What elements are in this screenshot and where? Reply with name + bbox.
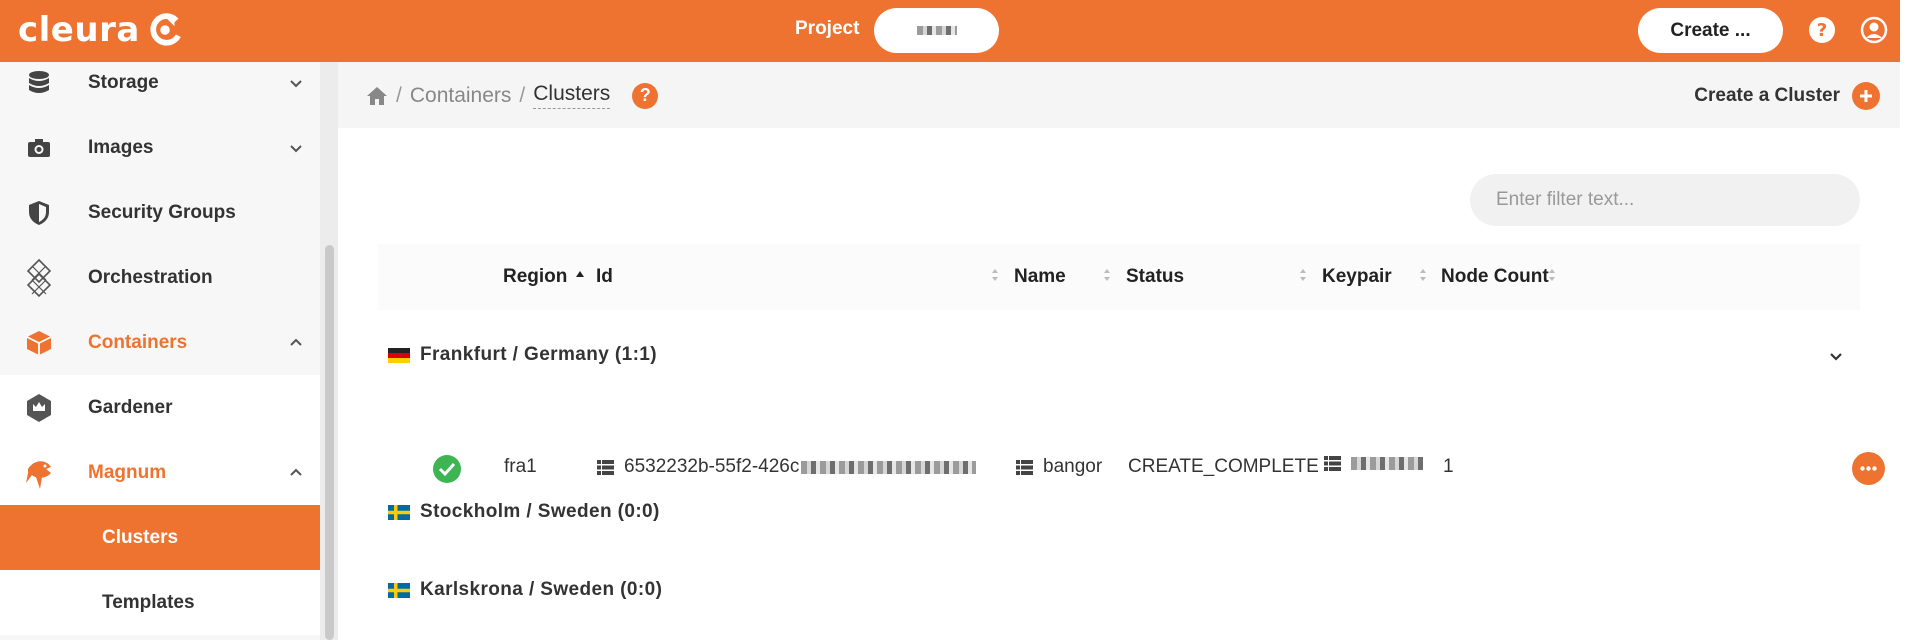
sort-icon[interactable] <box>1547 266 1557 284</box>
redacted-project-name <box>916 26 957 35</box>
top-bar: cleura Project Create ... ? <box>0 0 1900 62</box>
region-group-label: Frankfurt / Germany (1:1) <box>420 344 657 365</box>
chevron-down-icon <box>290 144 302 152</box>
main-content: / Containers / Clusters ? Create a Clust… <box>338 62 1900 640</box>
column-header-node-count[interactable]: Node Count <box>1441 266 1549 288</box>
sidebar-item-gardener[interactable]: Gardener <box>0 375 320 440</box>
logo-text: cleura <box>18 10 140 50</box>
sidebar-item-label: Storage <box>88 71 159 93</box>
column-header-keypair[interactable]: Keypair <box>1322 266 1392 288</box>
cell-region: fra1 <box>504 456 537 477</box>
svg-text:?: ? <box>1817 20 1827 41</box>
sort-icon[interactable] <box>1298 266 1308 284</box>
sidebar-item-magnum[interactable]: Magnum <box>0 440 320 505</box>
gardener-icon <box>24 393 54 423</box>
cell-name[interactable]: bangor <box>1016 456 1102 478</box>
sweden-flag-icon <box>388 504 410 520</box>
sort-icon[interactable] <box>1418 266 1428 284</box>
home-icon[interactable] <box>366 86 388 106</box>
sort-ascending-icon[interactable] <box>575 266 585 284</box>
cell-node-count: 1 <box>1443 456 1454 477</box>
sidebar-item-label: Containers <box>88 331 188 353</box>
more-dots-icon <box>1860 466 1877 471</box>
list-icon <box>597 459 614 475</box>
chevron-down-icon[interactable] <box>1828 348 1844 364</box>
cell-status: CREATE_COMPLETE <box>1128 456 1319 477</box>
column-header-status[interactable]: Status <box>1126 266 1184 288</box>
create-cluster-label: Create a Cluster <box>1694 85 1840 106</box>
sidebar-item-label: Images <box>88 136 154 158</box>
project-label: Project <box>795 18 860 39</box>
camera-icon <box>24 133 54 163</box>
chevron-up-icon <box>290 468 302 476</box>
column-header-region[interactable]: Region <box>503 266 567 288</box>
chevron-up-icon <box>290 338 302 346</box>
filter-input[interactable] <box>1470 174 1860 226</box>
cluster-id-text: 6532232b-55f2-426c <box>624 456 800 477</box>
status-success-icon <box>433 455 461 483</box>
sidebar-item-label: Gardener <box>88 396 173 418</box>
list-icon <box>1016 459 1033 475</box>
breadcrumb: / Containers / Clusters ? <box>366 82 659 109</box>
breadcrumb-separator: / <box>396 83 402 107</box>
sidebar-item-label: Clusters <box>102 526 179 548</box>
breadcrumb-separator: / <box>519 83 526 107</box>
breadcrumb-clusters: Clusters <box>533 82 611 109</box>
sort-icon[interactable] <box>990 266 1000 284</box>
orchestration-icon <box>24 258 54 297</box>
database-icon <box>24 68 54 98</box>
list-icon <box>1324 456 1341 471</box>
sidebar-item-security-groups[interactable]: Security Groups <box>0 180 320 245</box>
magnum-fish-icon <box>24 458 54 489</box>
box-icon <box>24 328 54 358</box>
sidebar-item-containers[interactable]: Containers <box>0 310 320 375</box>
sidebar-item-images[interactable]: Images <box>0 115 320 180</box>
logo-mark-icon <box>150 13 181 46</box>
sidebar-item-label: Security Groups <box>88 201 236 223</box>
sidebar-item-templates[interactable]: Templates <box>0 570 320 635</box>
table-header: Region Id Name Status Keypair Node Count <box>378 244 1860 310</box>
cluster-name-text: bangor <box>1043 456 1103 477</box>
page-header: / Containers / Clusters ? Create a Clust… <box>338 62 1900 128</box>
region-group-karlskrona[interactable]: Karlskrona / Sweden (0:0) <box>388 575 662 605</box>
create-cluster-button[interactable]: Create a Cluster <box>1694 82 1880 110</box>
sidebar: Storage Images Security Groups Orchestra… <box>0 62 320 640</box>
cell-keypair[interactable] <box>1324 456 1423 471</box>
breadcrumb-containers[interactable]: Containers <box>410 84 512 108</box>
user-profile-icon[interactable] <box>1860 16 1888 44</box>
sidebar-item-label: Templates <box>102 591 195 613</box>
sidebar-item-orchestration[interactable]: Orchestration <box>0 245 320 310</box>
project-selector[interactable] <box>874 8 999 53</box>
row-actions-button[interactable] <box>1852 452 1885 485</box>
sort-icon[interactable] <box>1102 266 1112 284</box>
region-group-stockholm[interactable]: Stockholm / Sweden (0:0) <box>388 497 660 527</box>
region-group-frankfurt[interactable]: Frankfurt / Germany (1:1) <box>388 340 657 370</box>
sidebar-scroll-thumb[interactable] <box>325 245 334 640</box>
germany-flag-icon <box>388 347 410 363</box>
help-icon[interactable]: ? <box>1808 16 1836 44</box>
sidebar-item-storage[interactable]: Storage <box>0 62 320 115</box>
sidebar-item-label: Orchestration <box>88 266 213 288</box>
sweden-flag-icon <box>388 582 410 598</box>
chevron-down-icon <box>290 79 302 87</box>
table-row[interactable]: fra1 6532232b-55f2-426c bangor CREATE_CO… <box>378 434 1885 500</box>
sidebar-item-clusters[interactable]: Clusters <box>0 505 320 570</box>
column-header-name[interactable]: Name <box>1014 266 1066 288</box>
plus-icon <box>1852 82 1880 110</box>
cleura-logo[interactable]: cleura <box>18 10 184 50</box>
redacted-id-suffix <box>801 460 977 474</box>
region-group-label: Karlskrona / Sweden (0:0) <box>420 579 663 600</box>
cell-id[interactable]: 6532232b-55f2-426c <box>597 456 977 478</box>
redacted-keypair <box>1351 457 1423 470</box>
column-header-id[interactable]: Id <box>596 266 613 288</box>
create-menu-button[interactable]: Create ... <box>1638 8 1783 53</box>
region-group-label: Stockholm / Sweden (0:0) <box>420 501 660 522</box>
shield-icon <box>24 198 54 228</box>
help-question-icon[interactable]: ? <box>632 82 659 109</box>
sidebar-item-label: Magnum <box>88 461 167 483</box>
